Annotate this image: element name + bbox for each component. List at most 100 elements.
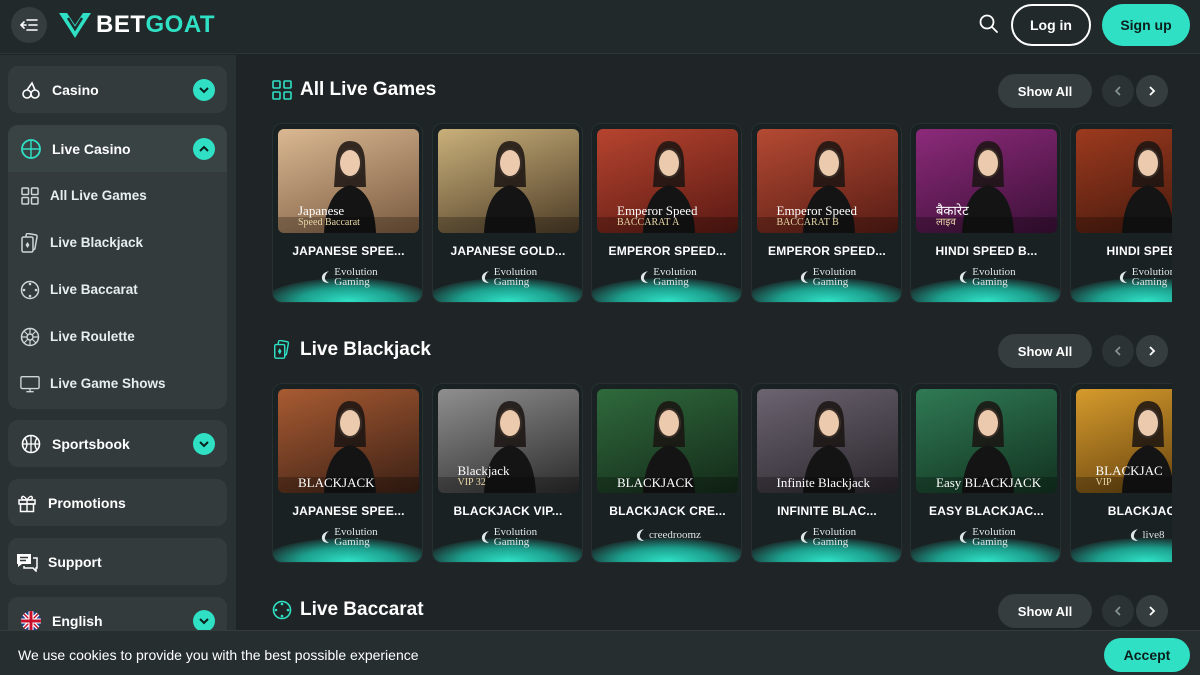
provider-name: Evolution Gaming bbox=[493, 266, 538, 288]
carousel-prev-button[interactable] bbox=[1102, 75, 1134, 107]
sidebar-subitem-live-roulette[interactable]: Live Roulette bbox=[8, 313, 227, 360]
game-thumbnail-label: Easy BLACKJACK bbox=[936, 475, 1042, 490]
game-thumbnail-label: Infinite Blackjack bbox=[776, 475, 871, 490]
brand-logo[interactable]: BETGOAT bbox=[58, 10, 215, 40]
carousel-next-button[interactable] bbox=[1136, 335, 1168, 367]
show-all-button[interactable]: Show All bbox=[998, 594, 1092, 628]
sidebar-item-casino[interactable]: Casino bbox=[8, 66, 227, 113]
accept-cookies-button[interactable]: Accept bbox=[1104, 638, 1190, 672]
provider-name: Evolution Gaming bbox=[334, 526, 378, 548]
collapse-menu-button[interactable] bbox=[11, 7, 47, 43]
game-card[interactable]: Blackjack VIP 32 BLACKJACK VIP... Evolution… bbox=[431, 383, 583, 563]
chevron-left-icon bbox=[1114, 606, 1121, 616]
game-thumbnail: BLACKJACK bbox=[278, 389, 419, 493]
sidebar-item-promotions[interactable]: Promotions bbox=[8, 479, 227, 526]
game-card[interactable]: Japanese Speed Baccarat JAPANESE SPEE... Ev… bbox=[272, 123, 423, 303]
provider-icon bbox=[641, 271, 649, 283]
chevron-down-icon[interactable] bbox=[193, 78, 215, 101]
search-button[interactable] bbox=[978, 13, 1002, 37]
sidebar-subitem-live-blackjack[interactable]: Live Blackjack bbox=[8, 219, 227, 266]
game-thumbnail bbox=[437, 129, 579, 233]
section-title: Live Blackjack bbox=[300, 339, 431, 360]
chevron-left-icon bbox=[1114, 346, 1121, 356]
monitor-icon bbox=[20, 374, 40, 394]
sidebar-group-live-casino: Live Casino All Live Games Live Blackjac… bbox=[8, 125, 227, 409]
game-card[interactable]: Easy BLACKJACK EASY BLACKJAC... Evolution G… bbox=[910, 383, 1061, 563]
provider-logo: Evolution Gaming bbox=[592, 267, 741, 288]
game-card[interactable]: HINDI SPEED EvolutionGaming bbox=[1069, 123, 1172, 303]
game-card[interactable]: बैकारेट लाइव HINDI SPEED B... Evolution Gami… bbox=[910, 123, 1061, 303]
sidebar-item-support[interactable]: Support bbox=[8, 538, 227, 585]
game-thumbnail: Japanese Speed Baccarat bbox=[278, 129, 419, 233]
game-card[interactable]: Emperor Speed BACCARAT A EMPEROR SPEED... E… bbox=[591, 123, 742, 303]
chat-bubbles-icon bbox=[16, 551, 38, 573]
sidebar-subitem-label: All Live Games bbox=[50, 188, 147, 203]
sidebar-subitem-label: Live Game Shows bbox=[50, 376, 166, 391]
game-card[interactable]: Emperor Speed BACCARAT B EMPEROR SPEED... E… bbox=[750, 123, 902, 303]
game-title: JAPANESE SPEE... bbox=[292, 244, 405, 258]
game-card[interactable]: Infinite Blackjack INFINITE BLAC... Evolut… bbox=[750, 383, 902, 563]
game-thumbnail-label: Emperor Speed BACCARAT B bbox=[776, 203, 858, 228]
basketball-icon bbox=[20, 433, 42, 455]
carousel-prev-button[interactable] bbox=[1102, 335, 1134, 367]
chevron-down-icon[interactable] bbox=[193, 609, 215, 632]
chevron-left-icon bbox=[1114, 86, 1121, 96]
provider-icon bbox=[960, 271, 968, 283]
provider-logo: Evolution Gaming bbox=[911, 266, 1060, 288]
sidebar-item-label: Live Casino bbox=[52, 140, 131, 157]
carousel-prev-button[interactable] bbox=[1102, 595, 1134, 627]
game-card[interactable]: JAPANESE GOLD... Evolution Gaming bbox=[431, 123, 583, 303]
grid-icon bbox=[20, 186, 40, 206]
sidebar-item-sportsbook[interactable]: Sportsbook bbox=[8, 420, 227, 467]
sidebar: Casino Live Casino All Live Games Live B… bbox=[0, 55, 236, 675]
provider-name: Evolution Gaming bbox=[812, 526, 857, 548]
sidebar-subitem-label: Live Blackjack bbox=[50, 235, 144, 250]
chevron-right-icon bbox=[1149, 606, 1156, 616]
sidebar-item-label: Support bbox=[48, 553, 102, 570]
dealer-image bbox=[1075, 141, 1172, 233]
provider-icon bbox=[1119, 271, 1127, 283]
playing-cards-icon bbox=[274, 340, 290, 359]
show-all-button[interactable]: Show All bbox=[998, 74, 1092, 108]
game-carousel: Japanese Speed Baccarat JAPANESE SPEE... Ev… bbox=[272, 123, 1172, 303]
chevron-up-icon[interactable] bbox=[193, 137, 215, 160]
game-card[interactable]: BLACKJACVIP BLACKJACK live8 bbox=[1069, 383, 1172, 563]
uk-flag-icon bbox=[20, 610, 42, 632]
game-card[interactable]: BLACKJACK BLACKJACK CRE... creedroomz bbox=[591, 383, 742, 563]
chevron-right-icon bbox=[1149, 346, 1156, 356]
sidebar-subitem-live-baccarat[interactable]: Live Baccarat bbox=[8, 266, 227, 313]
game-title: HINDI SPEED bbox=[1106, 244, 1172, 258]
carousel-next-button[interactable] bbox=[1136, 595, 1168, 627]
provider-icon bbox=[960, 531, 968, 543]
sidebar-subitem-live-game-shows[interactable]: Live Game Shows bbox=[8, 360, 227, 407]
provider-logo: Evolution Gaming bbox=[433, 266, 582, 288]
provider-name: Evolution Gaming bbox=[334, 266, 378, 288]
provider-logo: Evolution Gaming bbox=[752, 526, 901, 548]
game-thumbnail-sublabel: Speed Baccarat bbox=[298, 217, 360, 228]
cookie-banner: We use cookies to provide you with the b… bbox=[0, 630, 1200, 675]
cherries-icon bbox=[20, 79, 42, 101]
sidebar-subitem-all-live-games[interactable]: All Live Games bbox=[8, 172, 227, 219]
section-all-live-games: All Live Games Show All Japanese Speed Ba… bbox=[272, 71, 1200, 303]
provider-icon bbox=[800, 531, 808, 543]
globe-chip-icon bbox=[20, 138, 42, 160]
carousel-next-button[interactable] bbox=[1136, 75, 1168, 107]
provider-name: Evolution Gaming bbox=[972, 266, 1016, 288]
game-title: HINDI SPEED B... bbox=[935, 244, 1038, 258]
roulette-icon bbox=[20, 327, 40, 347]
game-card[interactable]: BLACKJACK JAPANESE SPEE... Evolution Gaming bbox=[272, 383, 423, 563]
signup-button[interactable]: Sign up bbox=[1102, 4, 1190, 46]
game-thumbnail-sublabel: लाइव bbox=[936, 217, 956, 228]
login-button[interactable]: Log in bbox=[1011, 4, 1091, 46]
menu-collapse-icon bbox=[20, 19, 38, 31]
show-all-button[interactable]: Show All bbox=[998, 334, 1092, 368]
provider-name: live8 bbox=[1142, 529, 1165, 541]
provider-icon bbox=[636, 529, 645, 541]
chevron-down-icon[interactable] bbox=[193, 432, 215, 455]
sidebar-item-live-casino[interactable]: Live Casino bbox=[8, 125, 227, 172]
provider-icon bbox=[481, 271, 489, 283]
cookie-text: We use cookies to provide you with the b… bbox=[18, 647, 419, 663]
game-thumbnail: Infinite Blackjack bbox=[756, 389, 898, 493]
game-thumbnail-sublabel: BACCARAT A bbox=[617, 217, 680, 228]
provider-name: Evolution Gaming bbox=[493, 526, 538, 548]
